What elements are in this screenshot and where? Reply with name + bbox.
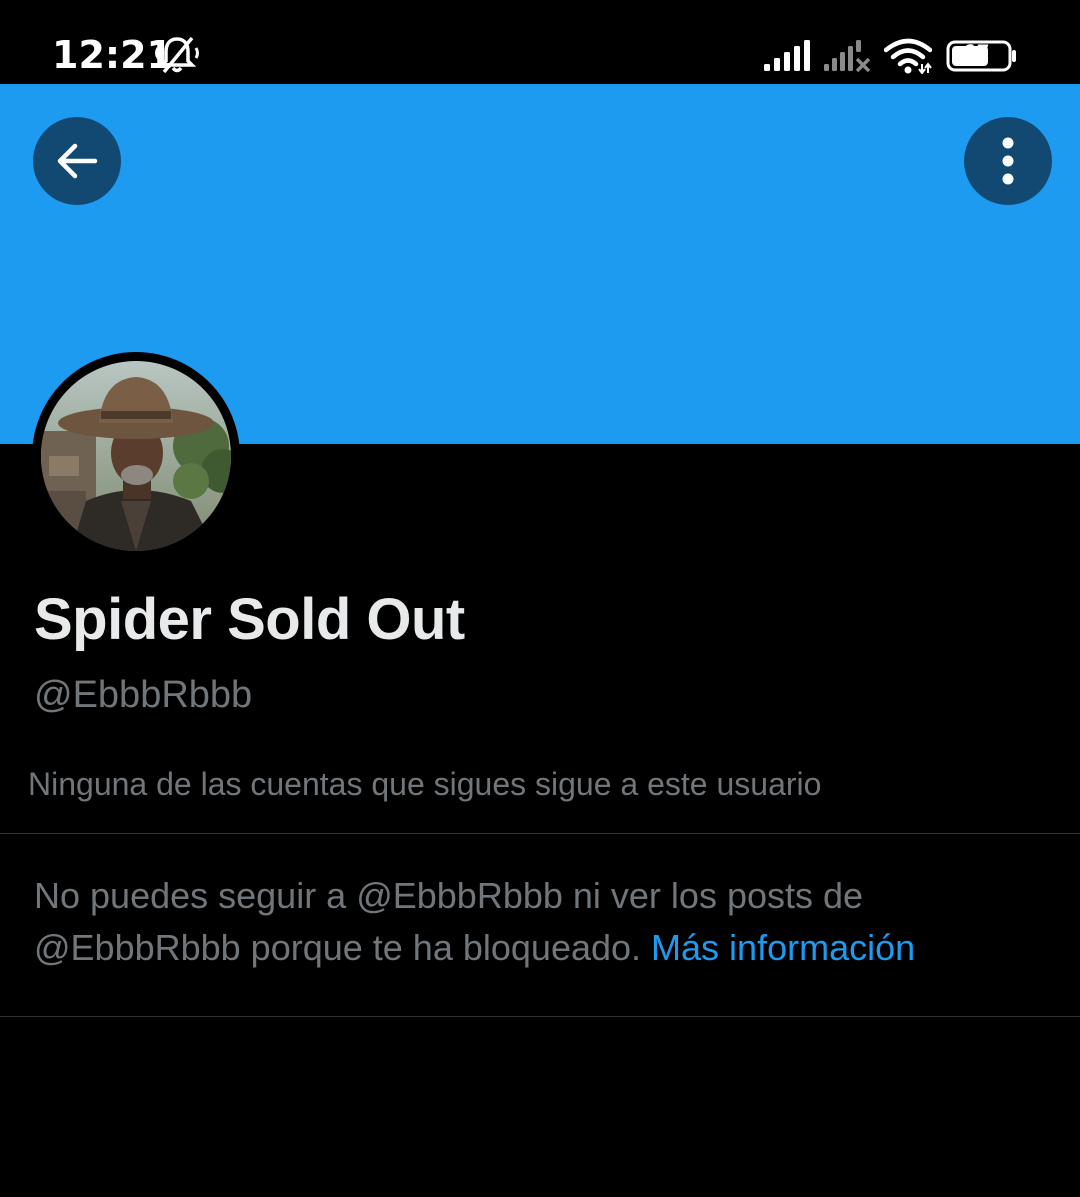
more-vertical-icon xyxy=(1002,137,1014,185)
user-handle: @EbbbRbbb xyxy=(34,674,253,716)
signal-no-service-icon xyxy=(824,40,871,72)
more-options-button[interactable] xyxy=(964,117,1052,205)
signal-icon xyxy=(764,40,810,71)
learn-more-link[interactable]: Más información xyxy=(651,927,915,968)
followers-you-know-note: Ninguna de las cuentas que sigues sigue … xyxy=(28,766,822,802)
bell-muted-icon xyxy=(155,36,199,74)
divider xyxy=(0,833,1080,834)
avatar[interactable] xyxy=(32,352,240,560)
display-name: Spider Sold Out xyxy=(34,587,465,652)
divider xyxy=(0,1016,1080,1017)
profile-photo xyxy=(41,361,231,551)
arrow-left-icon xyxy=(57,143,98,179)
status-bar: 12:21 67 xyxy=(0,0,1080,84)
wifi-icon xyxy=(884,38,932,74)
battery-level: 67 xyxy=(962,42,990,67)
back-button[interactable] xyxy=(33,117,121,205)
blocked-notice: No puedes seguir a @EbbbRbbb ni ver los … xyxy=(34,870,1044,974)
